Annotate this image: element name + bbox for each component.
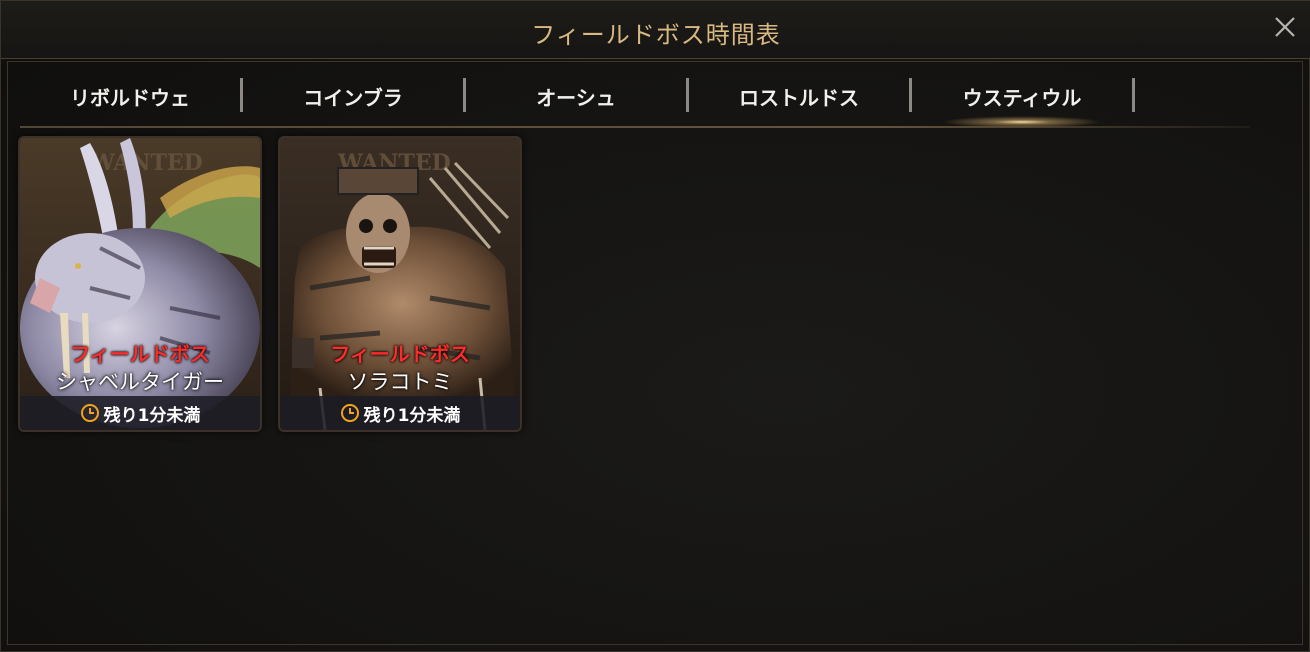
tab-label: コインブラ: [303, 85, 403, 110]
tab-label: ウスティウル: [962, 85, 1082, 110]
boss-category: フィールドボス: [70, 342, 210, 366]
tab-label: リボルドウェ: [70, 85, 190, 110]
title-bar: フィールドボス時間表: [1, 1, 1310, 59]
clock-icon: [80, 404, 99, 422]
time-left: 残り1分未満: [363, 405, 461, 426]
close-button[interactable]: [1271, 13, 1299, 41]
region-tabs: リボルドウェ コインブラ オーシュ ロストルドス ウスティウル: [20, 74, 1135, 128]
tab-coimbra[interactable]: コインブラ: [243, 74, 463, 118]
boss-name: ソラコトミ: [347, 370, 453, 394]
tab-label: オーシュ: [536, 85, 616, 110]
wanted-text: WANTED: [89, 150, 203, 176]
boss-timer: 残り1分未満: [20, 396, 260, 430]
boss-category: フィールドボス: [330, 342, 470, 366]
tab-underline: [20, 126, 1250, 128]
tab-lostrodos[interactable]: ロストルドス: [689, 74, 909, 118]
boss-timer: 残り1分未満: [280, 396, 520, 430]
time-left: 残り1分未満: [103, 405, 201, 426]
tab-auch[interactable]: オーシュ: [466, 74, 686, 118]
tab-ustiul[interactable]: ウスティウル: [912, 74, 1132, 128]
tab-label: ロストルドス: [739, 85, 859, 110]
boss-name: シャベルタイガー: [56, 370, 224, 394]
tab-revoldwe[interactable]: リボルドウェ: [20, 74, 240, 118]
window-title: フィールドボス時間表: [531, 21, 781, 49]
boss-card[interactable]: WANTED フィールドボス ソラコトミ 残り1分未満: [278, 136, 522, 432]
boss-card[interactable]: WANTED フィールドボス シャベルタイガー 残り1分未満: [18, 136, 262, 432]
close-icon: [1275, 17, 1295, 37]
tab-divider: [1132, 78, 1135, 112]
clock-icon: [340, 404, 359, 422]
